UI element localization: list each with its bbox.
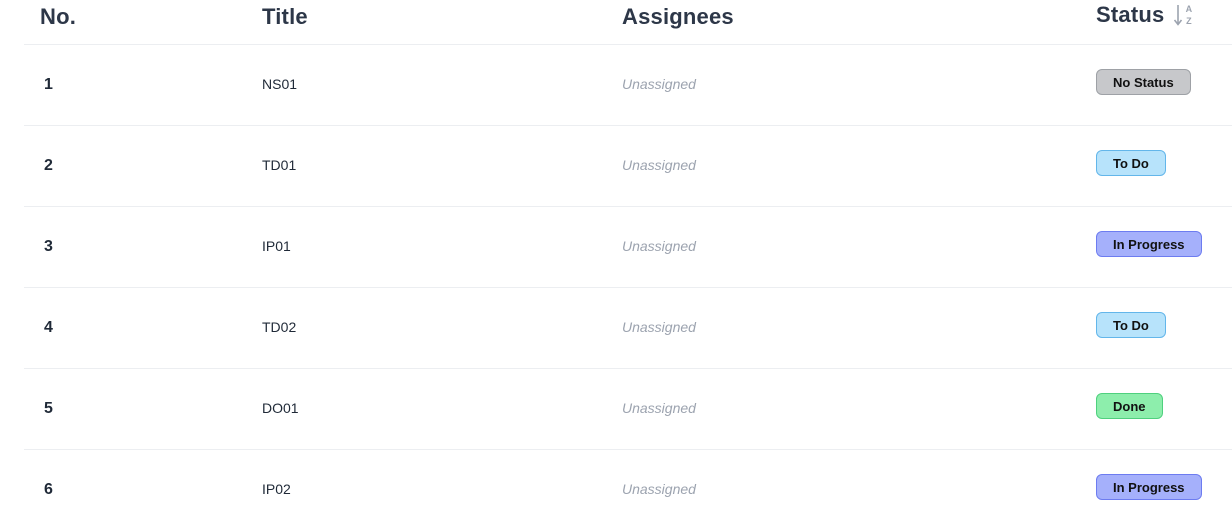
svg-text:A: A bbox=[1186, 4, 1193, 14]
task-title[interactable]: IP01 bbox=[262, 238, 291, 254]
table-row[interactable]: 6 IP02 Unassigned In Progress bbox=[24, 450, 1232, 530]
status-badge[interactable]: To Do bbox=[1096, 312, 1166, 338]
status-badge[interactable]: Done bbox=[1096, 393, 1163, 419]
svg-text:Z: Z bbox=[1187, 16, 1193, 26]
row-number: 2 bbox=[44, 157, 53, 174]
assignee-value[interactable]: Unassigned bbox=[622, 319, 696, 335]
assignee-value[interactable]: Unassigned bbox=[622, 400, 696, 416]
sort-alpha-ascending-icon[interactable]: A Z bbox=[1174, 2, 1196, 28]
task-title[interactable]: TD01 bbox=[262, 157, 296, 173]
assignee-value[interactable]: Unassigned bbox=[622, 481, 696, 497]
task-title[interactable]: DO01 bbox=[262, 400, 299, 416]
assignee-value[interactable]: Unassigned bbox=[622, 238, 696, 254]
row-number: 5 bbox=[44, 400, 53, 417]
row-number: 4 bbox=[44, 319, 53, 336]
status-badge[interactable]: To Do bbox=[1096, 150, 1166, 176]
table-row[interactable]: 5 DO01 Unassigned Done bbox=[24, 369, 1232, 450]
table-row[interactable]: 2 TD01 Unassigned To Do bbox=[24, 126, 1232, 207]
row-number: 3 bbox=[44, 238, 53, 255]
column-header-title[interactable]: Title bbox=[262, 4, 308, 30]
table-row[interactable]: 3 IP01 Unassigned In Progress bbox=[24, 207, 1232, 288]
status-badge[interactable]: No Status bbox=[1096, 69, 1191, 95]
row-number: 6 bbox=[44, 481, 53, 498]
status-badge[interactable]: In Progress bbox=[1096, 474, 1202, 500]
task-title[interactable]: IP02 bbox=[262, 481, 291, 497]
assignee-value[interactable]: Unassigned bbox=[622, 157, 696, 173]
column-header-assignees[interactable]: Assignees bbox=[622, 4, 734, 30]
row-number: 1 bbox=[44, 76, 53, 93]
task-title[interactable]: TD02 bbox=[262, 319, 296, 335]
table-header: No. Title Assignees Status A Z bbox=[24, 0, 1232, 45]
column-header-no[interactable]: No. bbox=[40, 4, 76, 30]
column-header-status-label[interactable]: Status bbox=[1096, 2, 1164, 28]
assignee-value[interactable]: Unassigned bbox=[622, 76, 696, 92]
status-badge[interactable]: In Progress bbox=[1096, 231, 1202, 257]
task-title[interactable]: NS01 bbox=[262, 76, 297, 92]
table-row[interactable]: 1 NS01 Unassigned No Status bbox=[24, 45, 1232, 126]
task-table: No. Title Assignees Status A Z 1 NS01 Un… bbox=[24, 0, 1232, 530]
table-row[interactable]: 4 TD02 Unassigned To Do bbox=[24, 288, 1232, 369]
column-header-status[interactable]: Status A Z bbox=[1096, 2, 1196, 28]
